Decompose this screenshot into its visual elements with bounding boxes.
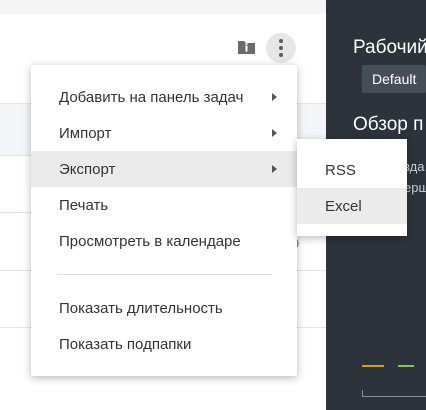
chevron-right-icon	[272, 165, 277, 173]
menu-item-show-duration[interactable]: Показать длительность	[31, 290, 297, 326]
context-menu: Добавить на панель задач Импорт Экспорт …	[31, 65, 297, 376]
menu-item-show-subfolders[interactable]: Показать подпапки	[31, 326, 297, 362]
submenu-item-rss[interactable]: RSS	[297, 152, 407, 188]
menu-item-print[interactable]: Печать	[31, 187, 297, 223]
submenu-item-label: RSS	[325, 162, 356, 179]
side-panel-subtitle: Обзор п	[353, 114, 424, 135]
menu-item-label: Импорт	[59, 125, 112, 142]
chevron-right-icon	[272, 129, 277, 137]
menu-item-add-to-taskbar[interactable]: Добавить на панель задач	[31, 79, 297, 115]
side-panel-text: зда	[404, 159, 425, 174]
menu-item-import[interactable]: Импорт	[31, 115, 297, 151]
legend-swatch	[398, 365, 414, 367]
menu-item-label: Добавить на панель задач	[59, 89, 244, 106]
default-button[interactable]: Default	[362, 65, 426, 93]
export-submenu: RSS Excel	[297, 139, 407, 236]
more-vertical-icon[interactable]	[266, 33, 296, 63]
menu-item-export[interactable]: Экспорт	[31, 151, 297, 187]
legend-swatch	[362, 365, 384, 367]
menu-item-label: Просмотреть в календаре	[59, 233, 241, 250]
chevron-right-icon	[272, 93, 277, 101]
side-panel-text: ерш	[404, 180, 426, 195]
menu-item-view-in-calendar[interactable]: Просмотреть в календаре	[31, 223, 297, 259]
menu-item-label: Печать	[59, 197, 109, 214]
menu-item-label: Показать длительность	[59, 300, 223, 317]
menu-item-label: Показать подпапки	[59, 336, 192, 353]
axis-line	[362, 396, 426, 397]
submenu-item-label: Excel	[325, 198, 362, 215]
menu-item-label: Экспорт	[59, 161, 116, 178]
side-panel-title: Рабочий	[353, 37, 426, 58]
menu-divider	[57, 274, 272, 275]
submenu-item-excel[interactable]: Excel	[297, 188, 407, 224]
info-folder-icon[interactable]	[237, 38, 256, 55]
